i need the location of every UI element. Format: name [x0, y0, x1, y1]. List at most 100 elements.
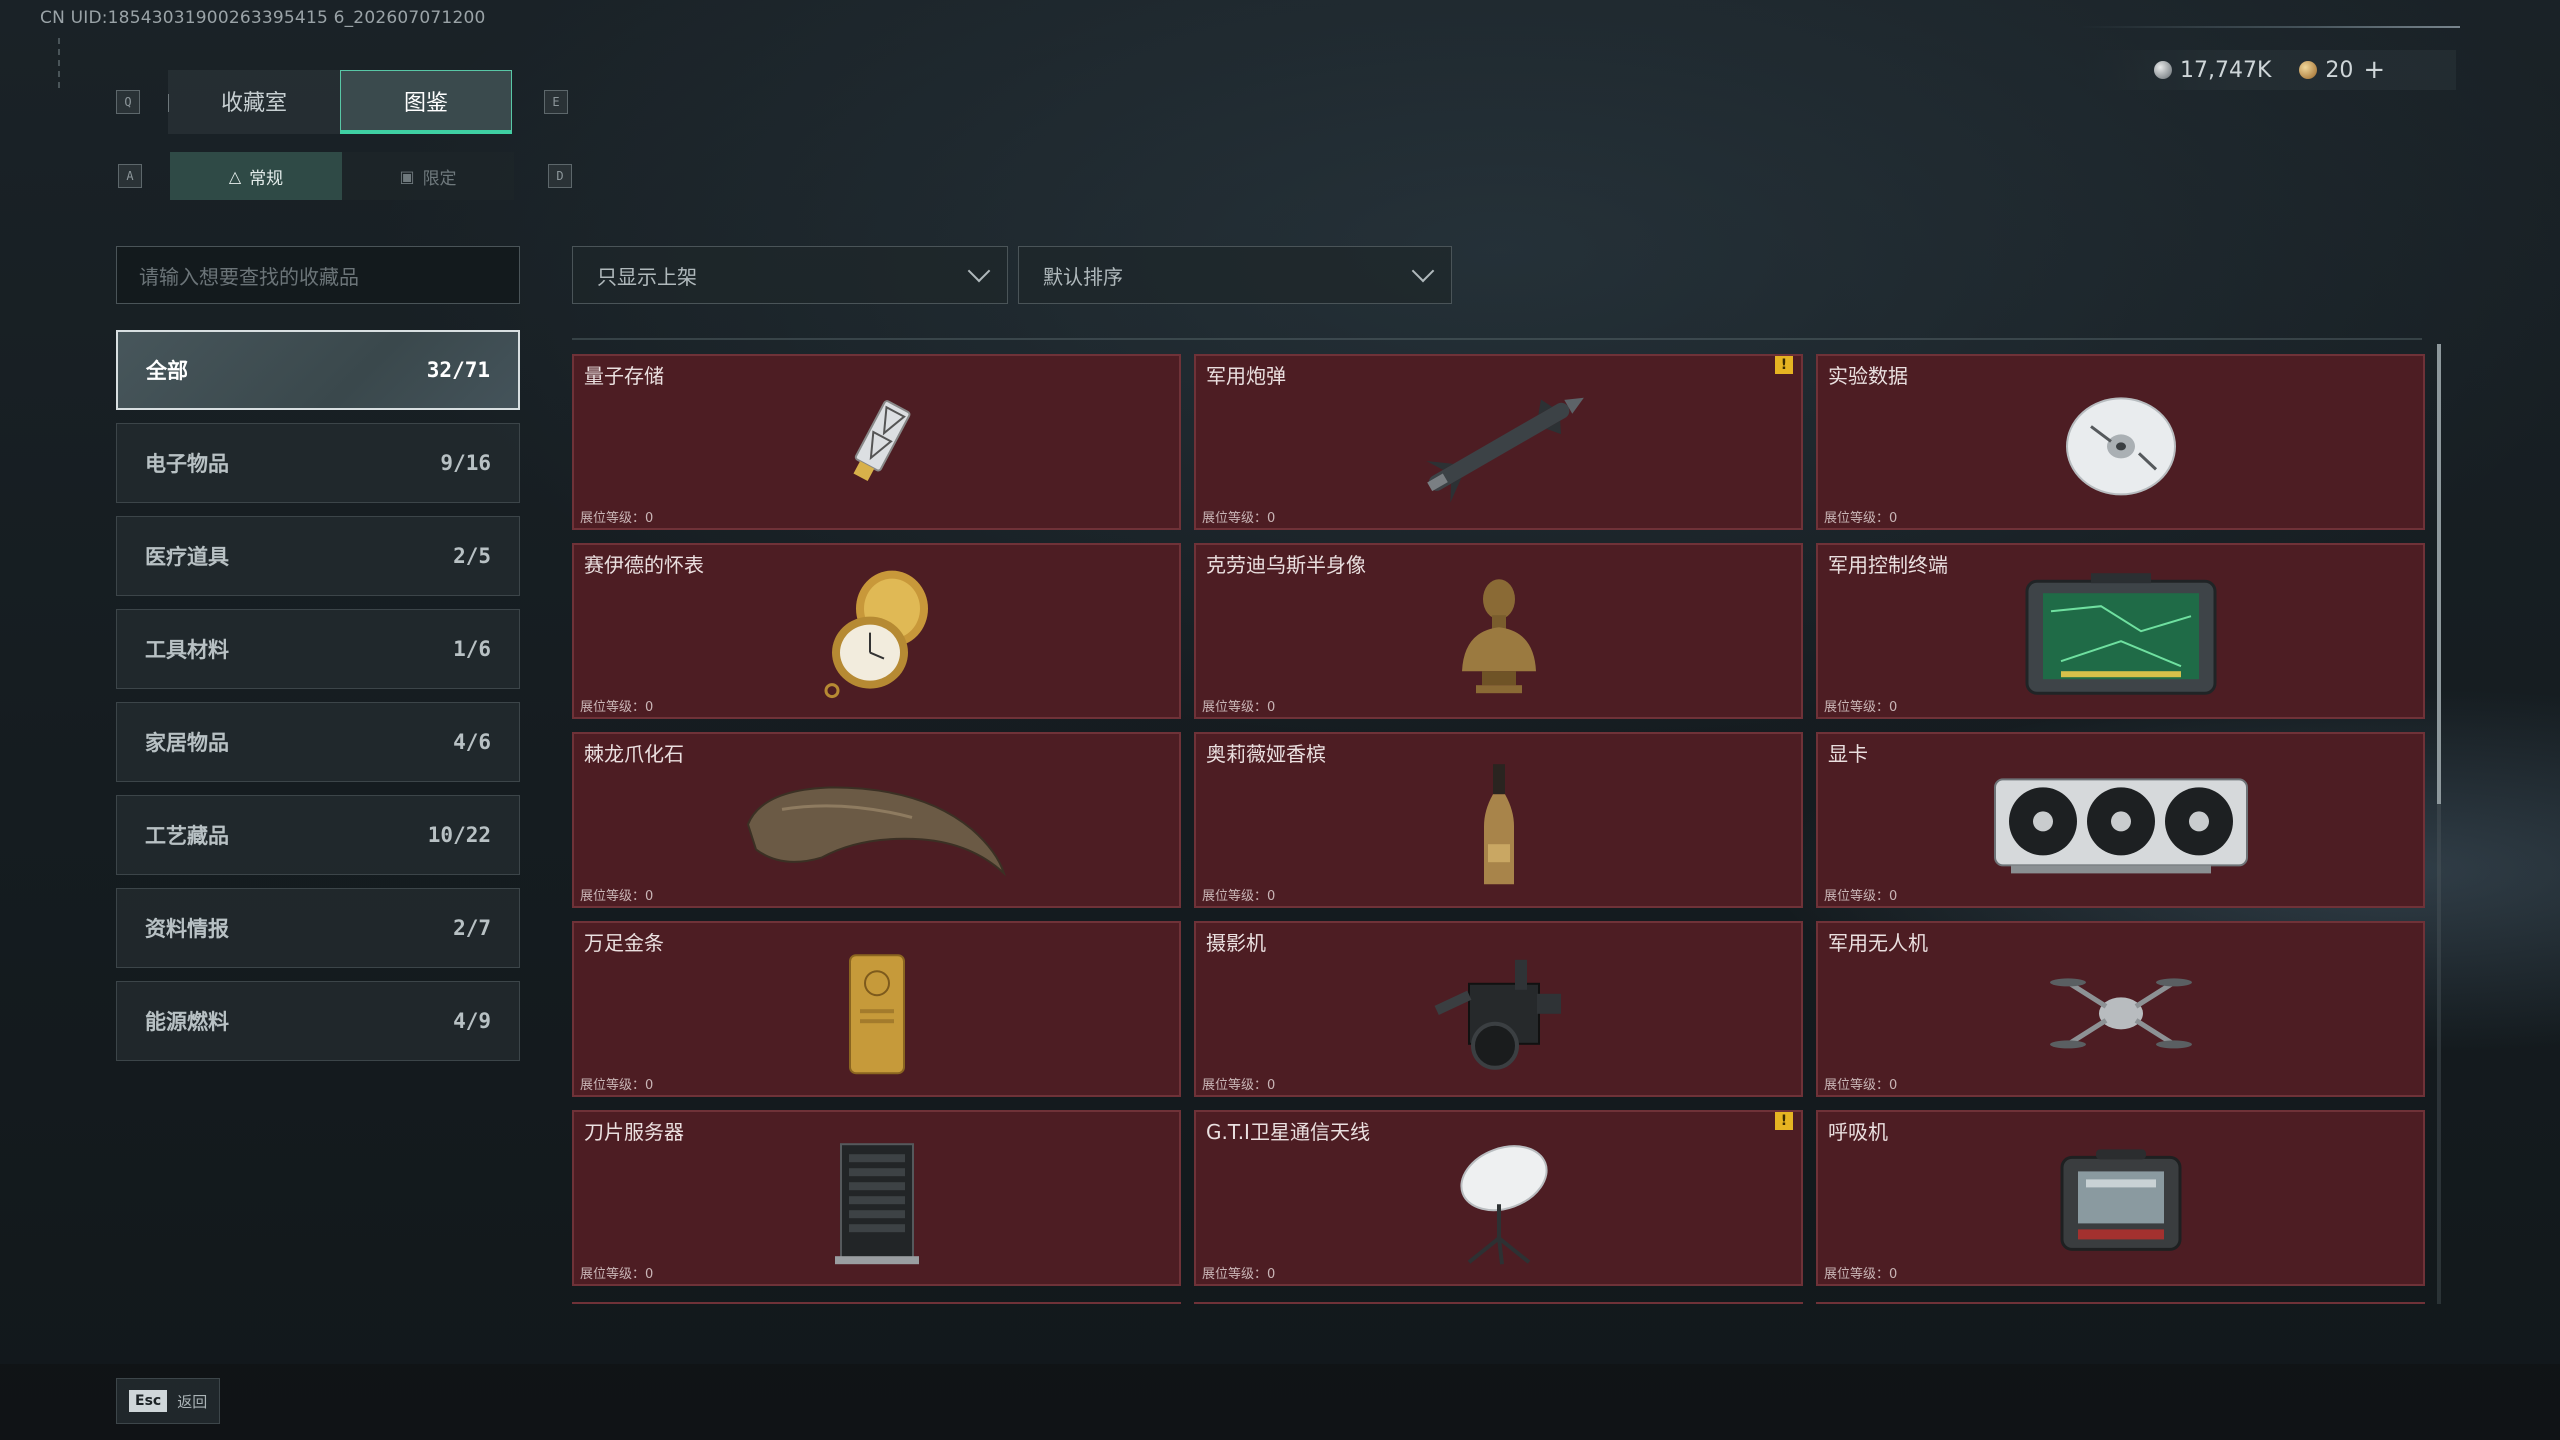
gold-coin-icon — [2299, 61, 2318, 79]
category-energy[interactable]: 能源燃料 4/9 — [116, 981, 520, 1061]
back-label: 返回 — [177, 1392, 208, 1411]
gpu-icon — [1993, 778, 2248, 874]
item-name: 克劳迪乌斯半身像 — [1206, 553, 1366, 577]
chevron-down-icon — [967, 259, 991, 283]
collectible-card[interactable]: 棘龙爪化石 展位等级：0 — [572, 732, 1181, 908]
subtab-label: 限定 — [422, 168, 457, 189]
missile-icon — [1425, 397, 1584, 503]
item-level: 展位等级：0 — [1202, 1267, 1276, 1282]
collectible-card[interactable]: 量子存储 展位等级：0 — [572, 354, 1181, 530]
sub-tabs: △ 常规 ▣ 限定 — [170, 152, 514, 200]
category-household[interactable]: 家居物品 4/6 — [116, 702, 520, 782]
collectible-card[interactable]: 赛伊德的怀表 展位等级：0 — [572, 543, 1181, 719]
shelf-filter-dropdown[interactable]: 只显示上架 — [572, 246, 1008, 304]
back-button[interactable]: Esc 返回 — [116, 1378, 221, 1424]
item-level: 展位等级：0 — [1824, 1078, 1898, 1093]
category-label: 工艺藏品 — [145, 824, 229, 848]
item-name: 军用炮弹 — [1206, 364, 1286, 388]
silver-currency: 17,747K — [2154, 58, 2271, 83]
category-intel[interactable]: 资料情报 2/7 — [116, 888, 520, 968]
category-count: 9/16 — [440, 451, 491, 475]
category-count: 2/5 — [453, 544, 491, 568]
item-level: 展位等级：0 — [580, 700, 654, 715]
card-edge — [572, 1302, 1181, 1310]
collectible-card[interactable]: 显卡 展位等级：0 — [1816, 732, 2425, 908]
dropdown-value: 默认排序 — [1043, 264, 1123, 289]
category-count: 32/71 — [426, 358, 490, 382]
collectible-card[interactable]: 克劳迪乌斯半身像 展位等级：0 — [1194, 543, 1803, 719]
category-label: 医疗道具 — [145, 545, 229, 569]
category-electronics[interactable]: 电子物品 9/16 — [116, 423, 520, 503]
category-count: 10/22 — [427, 823, 491, 847]
category-crafts[interactable]: 工艺藏品 10/22 — [116, 795, 520, 875]
key-hint-q[interactable]: Q — [116, 90, 140, 114]
gold-bar-icon — [848, 954, 905, 1075]
item-name: 棘龙爪化石 — [584, 742, 684, 766]
silver-amount: 17,747K — [2180, 57, 2272, 83]
collectible-card[interactable]: G.T.I卫星通信天线 ! 展位等级：0 — [1194, 1110, 1803, 1286]
main-tabs: 收藏室 图鉴 — [168, 70, 512, 134]
grid-divider — [572, 338, 2422, 340]
dropdown-value: 只显示上架 — [597, 264, 697, 289]
gold-currency: 20 + — [2299, 55, 2385, 85]
uid-label: CN UID:18543031900263395415 6_2026070712… — [40, 8, 486, 28]
collectible-card[interactable]: 刀片服务器 展位等级：0 — [572, 1110, 1181, 1286]
collectible-card[interactable]: 摄影机 展位等级：0 — [1194, 921, 1803, 1097]
key-hint-e[interactable]: E — [544, 90, 568, 114]
collectible-card[interactable]: 军用无人机 展位等级：0 — [1816, 921, 2425, 1097]
collectible-grid: 量子存储 展位等级：0 军用炮弹 ! 展位等级：0 实验数据 展位等级：0 赛伊… — [572, 354, 2425, 1286]
collectible-card[interactable]: 万足金条 展位等级：0 — [572, 921, 1181, 1097]
card-edge — [1194, 1302, 1803, 1310]
item-name: 军用控制终端 — [1828, 553, 1948, 577]
collectible-card[interactable]: 军用炮弹 ! 展位等级：0 — [1194, 354, 1803, 530]
subtab-regular[interactable]: △ 常规 — [170, 152, 342, 200]
category-label: 工具材料 — [145, 638, 229, 662]
category-label: 资料情报 — [145, 917, 229, 941]
category-medical[interactable]: 医疗道具 2/5 — [116, 516, 520, 596]
tablet-terminal-icon — [2025, 573, 2216, 695]
item-name: 摄影机 — [1206, 931, 1266, 955]
tab-label: 图鉴 — [403, 90, 448, 116]
currency-bar: 17,747K 20 + — [2084, 50, 2456, 90]
key-hint-d[interactable]: D — [548, 164, 572, 188]
item-name: 万足金条 — [584, 931, 664, 955]
server-icon — [834, 1143, 919, 1265]
item-level: 展位等级：0 — [1202, 889, 1276, 904]
add-currency-button[interactable]: + — [2363, 55, 2385, 85]
key-hint-a[interactable]: A — [118, 164, 142, 188]
tab-catalog[interactable]: 图鉴 — [340, 70, 512, 134]
bottom-bar — [0, 1364, 2560, 1440]
item-level: 展位等级：0 — [580, 889, 654, 904]
gold-amount: 20 — [2325, 57, 2354, 83]
item-level: 展位等级：0 — [1824, 1267, 1898, 1282]
collectible-card[interactable]: 呼吸机 展位等级：0 — [1816, 1110, 2425, 1286]
collectible-card[interactable]: 军用控制终端 展位等级：0 — [1816, 543, 2425, 719]
grid-scrollbar-thumb[interactable] — [2437, 344, 2441, 804]
esc-key-icon: Esc — [129, 1390, 168, 1412]
category-all[interactable]: 全部 32/71 — [116, 330, 520, 410]
item-level: 展位等级：0 — [580, 1078, 654, 1093]
collectible-card[interactable]: 实验数据 展位等级：0 — [1816, 354, 2425, 530]
next-row-peek — [572, 1302, 2425, 1310]
item-name: 呼吸机 — [1828, 1120, 1888, 1144]
collectible-card[interactable]: 奥莉薇娅香槟 展位等级：0 — [1194, 732, 1803, 908]
category-label: 全部 — [146, 359, 188, 383]
category-label: 家居物品 — [145, 731, 229, 755]
subtab-limited[interactable]: ▣ 限定 — [342, 152, 514, 200]
search-input[interactable]: 请输入想要查找的收藏品 — [116, 246, 520, 304]
category-count: 2/7 — [453, 916, 491, 940]
drone-icon — [2049, 978, 2192, 1049]
chevron-down-icon — [1411, 259, 1435, 283]
category-count: 4/9 — [453, 1009, 491, 1033]
tab-collection-room[interactable]: 收藏室 — [168, 70, 340, 134]
category-tools[interactable]: 工具材料 1/6 — [116, 609, 520, 689]
limited-icon: ▣ — [399, 166, 415, 186]
silver-coin-icon — [2154, 61, 2172, 79]
claw-fossil-icon — [746, 786, 1006, 877]
category-count: 1/6 — [453, 637, 491, 661]
item-name: 奥莉薇娅香槟 — [1206, 742, 1326, 766]
item-name: 显卡 — [1828, 742, 1868, 766]
item-level: 展位等级：0 — [580, 1267, 654, 1282]
decorative-line — [58, 38, 64, 88]
sort-dropdown[interactable]: 默认排序 — [1018, 246, 1452, 304]
